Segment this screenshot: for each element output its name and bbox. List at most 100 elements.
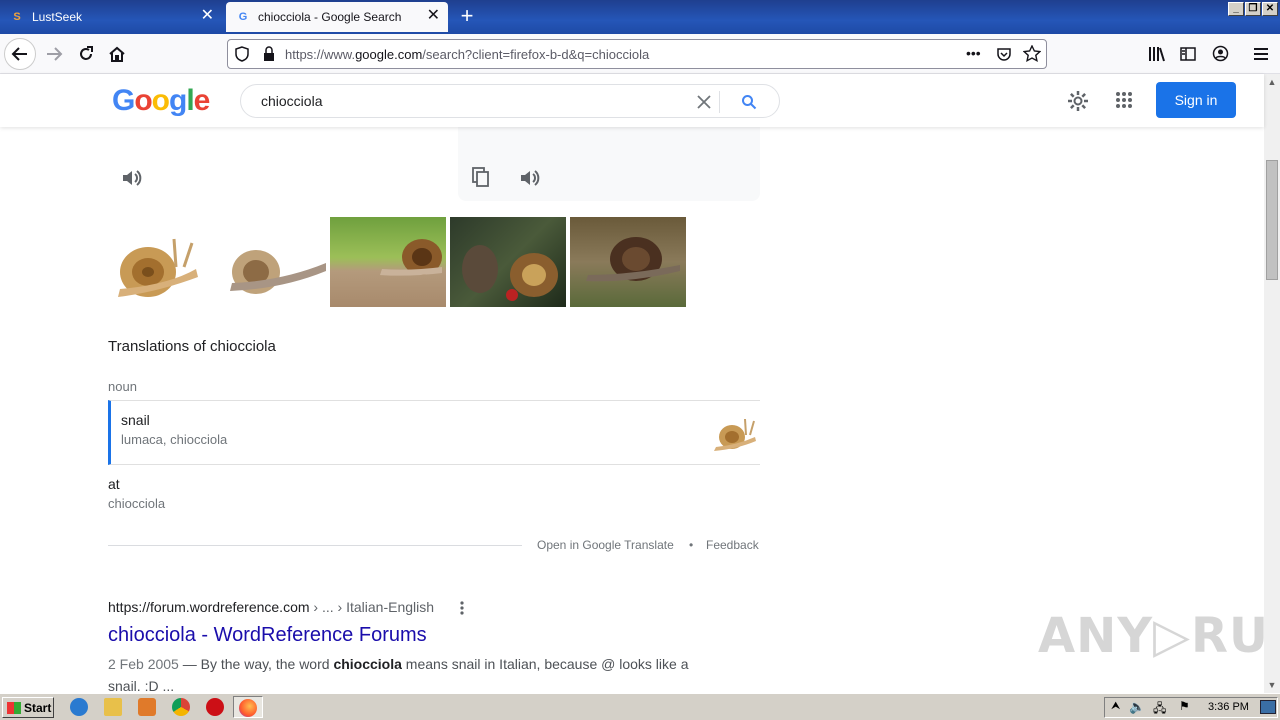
home-button[interactable] <box>101 38 133 70</box>
result-url[interactable]: https://forum.wordreference.com › ... › … <box>108 599 434 615</box>
part-of-speech-label: noun <box>108 379 137 394</box>
translation-output-box <box>458 127 760 201</box>
address-bar[interactable]: https://www.google.com/search?client=fir… <box>227 39 1047 69</box>
minimize-window-button[interactable]: _ <box>1228 2 1244 16</box>
bookmark-star-icon[interactable] <box>1023 45 1041 63</box>
close-tab-icon[interactable]: ✕ <box>427 8 440 24</box>
speaker-icon[interactable] <box>120 167 142 189</box>
result-snippet: 2 Feb 2005 — By the way, the word chiocc… <box>108 653 708 693</box>
firefox-icon <box>239 699 257 717</box>
browser-tab-bar: S LustSeek ✕ G chiocciola - Google Searc… <box>0 0 1280 34</box>
translations-heading: Translations of chiocciola <box>108 338 276 355</box>
result-title-link[interactable]: chiocciola - WordReference Forums <box>108 624 427 647</box>
logo-letter: e <box>193 84 211 117</box>
snippet-highlight: chiocciola <box>333 656 402 672</box>
search-icon[interactable] <box>741 94 757 110</box>
network-icon[interactable]: 🖧 <box>1153 699 1166 720</box>
back-arrow-icon <box>11 47 27 61</box>
tray-expand-icon[interactable]: ⮝ <box>1111 700 1120 713</box>
snail-image-thumbnail[interactable] <box>222 217 326 307</box>
snail-image <box>586 237 680 282</box>
volume-icon[interactable]: 🔈 <box>1129 699 1145 715</box>
taskbar-clock[interactable]: 3:36 PM <box>1208 701 1249 713</box>
snail-image <box>714 418 756 451</box>
speaker-icon[interactable] <box>518 167 540 189</box>
snail-image-thumbnail[interactable] <box>108 217 204 307</box>
sidebar-icon[interactable] <box>1180 46 1196 62</box>
snippet-text: — By the way, the word <box>178 656 334 672</box>
snail-image-thumbnail[interactable] <box>450 217 566 307</box>
reload-button[interactable] <box>70 38 102 70</box>
feedback-link[interactable]: Feedback <box>706 538 759 552</box>
start-button[interactable]: Start <box>2 697 54 718</box>
snail-image <box>230 250 326 294</box>
browser-navigation-bar: https://www.google.com/search?client=fir… <box>0 34 1280 74</box>
logo-letter: g <box>169 84 187 117</box>
tab-google-search[interactable]: G chiocciola - Google Search ✕ <box>226 2 448 32</box>
snail-image-thumbnail[interactable] <box>330 217 446 307</box>
search-box[interactable]: chiocciola <box>240 84 780 118</box>
url-text[interactable]: https://www.google.com/search?client=fir… <box>285 47 649 62</box>
internet-explorer-icon[interactable] <box>70 698 88 716</box>
logo-letter: o <box>151 84 170 117</box>
divider <box>108 545 522 546</box>
back-button[interactable] <box>4 38 36 70</box>
scroll-down-icon[interactable]: ▼ <box>1264 677 1280 693</box>
translation-row[interactable]: snail lumaca, chiocciola <box>108 400 760 465</box>
pocket-icon[interactable] <box>996 46 1012 62</box>
sign-in-button[interactable]: Sign in <box>1156 82 1236 118</box>
snail-image-thumbnail[interactable] <box>570 217 686 307</box>
scrollbar-thumb[interactable] <box>1266 160 1278 280</box>
folder-icon[interactable] <box>104 698 122 716</box>
firefox-taskbar-button[interactable] <box>233 696 263 718</box>
search-divider <box>719 91 720 113</box>
start-label: Start <box>24 700 52 715</box>
search-input[interactable]: chiocciola <box>261 93 322 109</box>
hamburger-menu-icon[interactable] <box>1253 46 1269 62</box>
url-domain: google.com <box>355 47 423 62</box>
tab-lustseek[interactable]: S LustSeek ✕ <box>0 2 222 32</box>
system-tray: ⮝ 🔈 🖧 ⚑ <box>1104 697 1278 718</box>
page-actions-icon[interactable]: ••• <box>966 45 981 61</box>
show-desktop-icon[interactable] <box>1260 700 1276 714</box>
snail-image <box>462 245 558 301</box>
google-header: Google chiocciola Sign in <box>0 74 1264 127</box>
library-icon[interactable] <box>1148 46 1166 62</box>
close-tab-icon[interactable]: ✕ <box>201 8 214 24</box>
translation-word: at <box>108 476 120 492</box>
translation-synonyms: chiocciola <box>108 496 166 511</box>
logo-letter: G <box>112 84 135 117</box>
translation-row[interactable]: at chiocciola <box>108 476 760 516</box>
reload-icon <box>80 46 93 60</box>
shield-icon[interactable] <box>234 46 250 62</box>
more-options-icon[interactable] <box>458 600 466 616</box>
lock-icon[interactable] <box>262 46 276 62</box>
windows-taskbar: Start ⮝ 🔈 🖧 ⚑ 3:36 PM <box>0 693 1280 720</box>
opera-icon[interactable] <box>206 698 224 716</box>
media-player-icon[interactable] <box>138 698 156 716</box>
bullet-separator: • <box>689 538 694 552</box>
flag-icon[interactable]: ⚑ <box>1179 699 1190 713</box>
account-icon[interactable] <box>1212 45 1229 62</box>
new-tab-button[interactable]: + <box>454 4 480 30</box>
anyrun-watermark: ANY▷RUN <box>1038 608 1280 664</box>
scroll-up-icon[interactable]: ▲ <box>1264 74 1280 90</box>
copy-icon[interactable] <box>472 167 490 187</box>
restore-window-button[interactable]: ❐ <box>1245 2 1261 16</box>
forward-button[interactable] <box>38 38 70 70</box>
snail-image <box>118 238 198 297</box>
translation-synonyms: lumaca, chiocciola <box>121 432 228 447</box>
clear-search-icon[interactable] <box>697 95 711 109</box>
snail-image <box>380 239 442 276</box>
logo-letter: o <box>134 84 152 117</box>
url-path: /search?client=firefox-b-d&q=chiocciola <box>422 47 650 62</box>
apps-grid-icon[interactable] <box>1115 91 1133 109</box>
chrome-icon[interactable] <box>172 698 190 716</box>
open-google-translate-link[interactable]: Open in Google Translate <box>537 538 674 552</box>
settings-gear-icon[interactable] <box>1067 90 1089 112</box>
windows-logo-icon <box>7 701 21 714</box>
tab-title: LustSeek <box>32 10 83 24</box>
google-logo[interactable]: Google <box>112 84 211 118</box>
close-window-button[interactable]: ✕ <box>1262 2 1278 16</box>
url-prefix: https://www. <box>285 47 356 62</box>
